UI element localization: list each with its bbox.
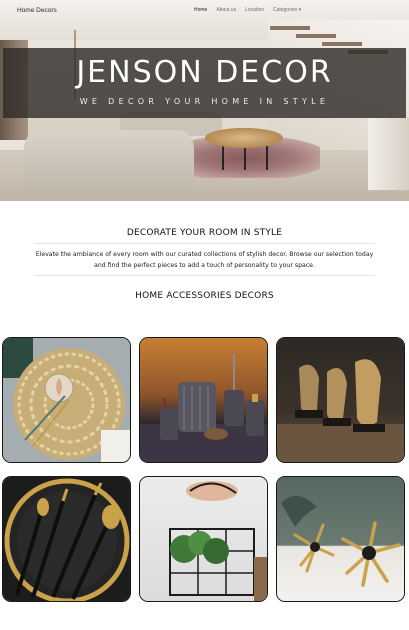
intro-text-line: and find the perfect pieces to add a tou… xyxy=(94,262,315,269)
product-image-starburst xyxy=(277,477,404,601)
product-image-placemat xyxy=(3,338,130,462)
stair-step xyxy=(296,34,336,38)
product-image-sculptures xyxy=(277,338,404,462)
product-image-flatware xyxy=(3,477,130,601)
product-card-wire-basket[interactable] xyxy=(139,476,268,602)
nav-link-about-us[interactable]: About us xyxy=(216,7,236,13)
intro-text-line: Elevate the ambiance of every room with … xyxy=(35,251,374,258)
product-card-bath-set[interactable] xyxy=(139,337,268,463)
hero-title-overlay: JENSON DECOR WE DECOR YOUR HOME IN STYLE xyxy=(3,48,406,118)
product-image-bath-set xyxy=(140,338,267,462)
nav-link-home[interactable]: Home xyxy=(194,7,207,13)
stair-step xyxy=(270,26,310,30)
nav-dropdown-categories[interactable]: Categories ▾ xyxy=(273,7,301,13)
divider xyxy=(34,275,375,276)
coffee-table xyxy=(205,128,283,148)
section-heading-accessories: HOME ACCESSORIES DECORS xyxy=(135,291,274,301)
product-image-wire-basket xyxy=(140,477,267,601)
nav-link-location[interactable]: Location xyxy=(245,7,264,13)
section-intro-text: Elevate the ambiance of every room with … xyxy=(20,249,389,271)
section-heading-decorate: DECORATE YOUR ROOM IN STYLE xyxy=(126,228,283,238)
product-card-starburst[interactable] xyxy=(276,476,405,602)
product-card-flatware[interactable] xyxy=(2,476,131,602)
side-cabinet xyxy=(368,118,409,190)
product-card-sculptures[interactable] xyxy=(276,337,405,463)
product-card-placemat[interactable] xyxy=(2,337,131,463)
hero-title: JENSON DECOR xyxy=(76,55,333,90)
divider xyxy=(34,243,375,244)
sofa xyxy=(24,130,194,196)
hero-tagline: WE DECOR YOUR HOME IN STYLE xyxy=(79,97,330,106)
brand-link[interactable]: Home Decors xyxy=(17,7,57,14)
hero-banner: Home Decors Home About us Location Categ… xyxy=(0,0,409,201)
navbar: Home Decors Home About us Location Categ… xyxy=(0,0,409,22)
nav-links: Home About us Location Categories ▾ xyxy=(194,7,301,13)
stair-step xyxy=(322,42,362,46)
